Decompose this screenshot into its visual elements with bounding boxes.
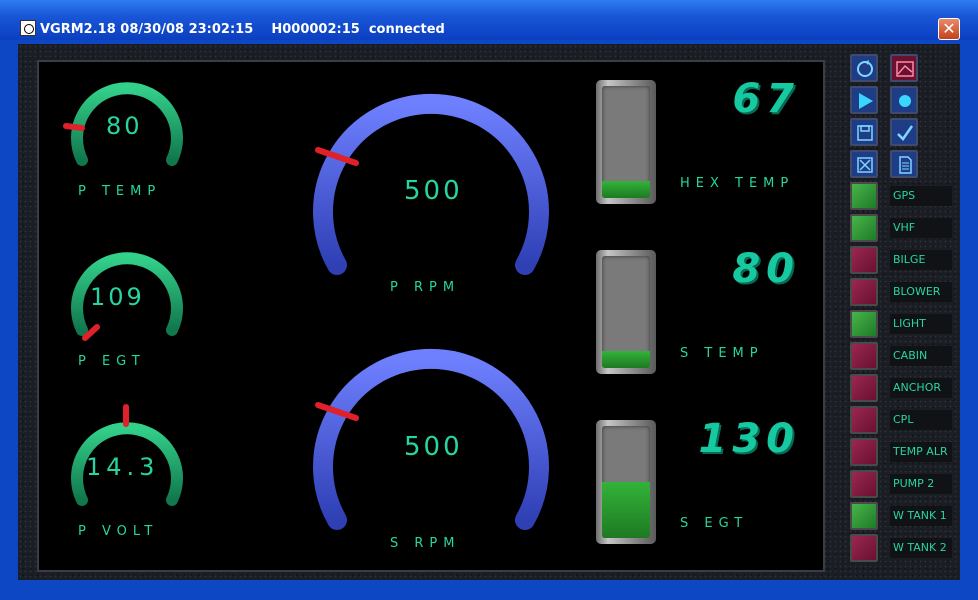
s-temp-value: 80 bbox=[732, 246, 800, 292]
switch-vhf[interactable] bbox=[850, 214, 878, 242]
switch-pump-2[interactable] bbox=[850, 470, 878, 498]
p-volt-label: P VOLT bbox=[78, 524, 159, 539]
document-button[interactable] bbox=[890, 150, 918, 178]
p-egt-value: 109 bbox=[90, 283, 145, 311]
switch-cpl[interactable] bbox=[850, 406, 878, 434]
s-egt-value: 130 bbox=[698, 416, 800, 462]
s-egt-tank bbox=[596, 420, 656, 544]
s-temp-fill bbox=[602, 351, 650, 368]
switch-bilge[interactable] bbox=[850, 246, 878, 274]
record-icon bbox=[899, 95, 911, 107]
switch-cabin[interactable] bbox=[850, 342, 878, 370]
switch-cabin-label: CABIN bbox=[890, 346, 952, 366]
refresh-icon bbox=[857, 60, 873, 77]
chart-button[interactable] bbox=[890, 54, 918, 82]
switch-blower[interactable] bbox=[850, 278, 878, 306]
p-temp-value: 80 bbox=[106, 112, 143, 140]
s-egt-fill bbox=[602, 482, 650, 538]
refresh-button[interactable] bbox=[850, 54, 878, 82]
gauge-layer bbox=[63, 82, 549, 530]
save-icon bbox=[857, 125, 873, 141]
app-window: VGRM2.18 08/30/08 23:02:15 H000002:15 co… bbox=[0, 0, 978, 600]
switch-pump-2-label: PUMP 2 bbox=[890, 474, 952, 494]
s-temp-tank bbox=[596, 250, 656, 374]
hex-temp-value: 67 bbox=[732, 76, 800, 122]
play-button[interactable] bbox=[850, 86, 878, 114]
s-temp-label: S TEMP bbox=[680, 346, 764, 361]
switch-light[interactable] bbox=[850, 310, 878, 338]
switch-cpl-label: CPL bbox=[890, 410, 952, 430]
hex-temp-fill bbox=[602, 181, 650, 198]
p-rpm-value: 500 bbox=[404, 176, 463, 206]
switch-blower-label: BLOWER bbox=[890, 282, 952, 302]
hex-temp-tank bbox=[596, 80, 656, 204]
switch-w-tank-1[interactable] bbox=[850, 502, 878, 530]
switch-temp-alr-label: TEMP ALR bbox=[890, 442, 952, 462]
cancel-button[interactable] bbox=[850, 150, 878, 178]
switch-gps-label: GPS bbox=[890, 186, 952, 206]
switch-anchor[interactable] bbox=[850, 374, 878, 402]
p-egt-label: P EGT bbox=[78, 354, 146, 369]
p-temp-label: P TEMP bbox=[78, 184, 162, 199]
switch-w-tank-2-label: W TANK 2 bbox=[890, 538, 952, 558]
switch-light-label: LIGHT bbox=[890, 314, 952, 334]
play-icon bbox=[859, 93, 873, 109]
switch-temp-alr[interactable] bbox=[850, 438, 878, 466]
s-egt-label: S EGT bbox=[680, 516, 749, 531]
switch-w-tank-1-label: W TANK 1 bbox=[890, 506, 952, 526]
save-button[interactable] bbox=[850, 118, 878, 146]
p-rpm-label: P RPM bbox=[390, 280, 461, 295]
p-temp-needle bbox=[63, 123, 85, 131]
p-volt-value: 14.3 bbox=[86, 453, 160, 481]
switch-bilge-label: BILGE bbox=[890, 250, 952, 270]
s-rpm-value: 500 bbox=[404, 432, 463, 462]
document-icon bbox=[899, 156, 912, 174]
switch-vhf-label: VHF bbox=[890, 218, 952, 238]
switch-w-tank-2[interactable] bbox=[850, 534, 878, 562]
record-button[interactable] bbox=[890, 86, 918, 114]
chart-icon bbox=[896, 61, 914, 77]
check-icon bbox=[897, 125, 914, 141]
switch-gps[interactable] bbox=[850, 182, 878, 210]
switch-anchor-label: ANCHOR bbox=[890, 378, 952, 398]
s-rpm-label: S RPM bbox=[390, 536, 461, 551]
hex-temp-label: HEX TEMP bbox=[680, 176, 795, 191]
check-button[interactable] bbox=[890, 118, 918, 146]
close-box-icon bbox=[857, 157, 873, 173]
